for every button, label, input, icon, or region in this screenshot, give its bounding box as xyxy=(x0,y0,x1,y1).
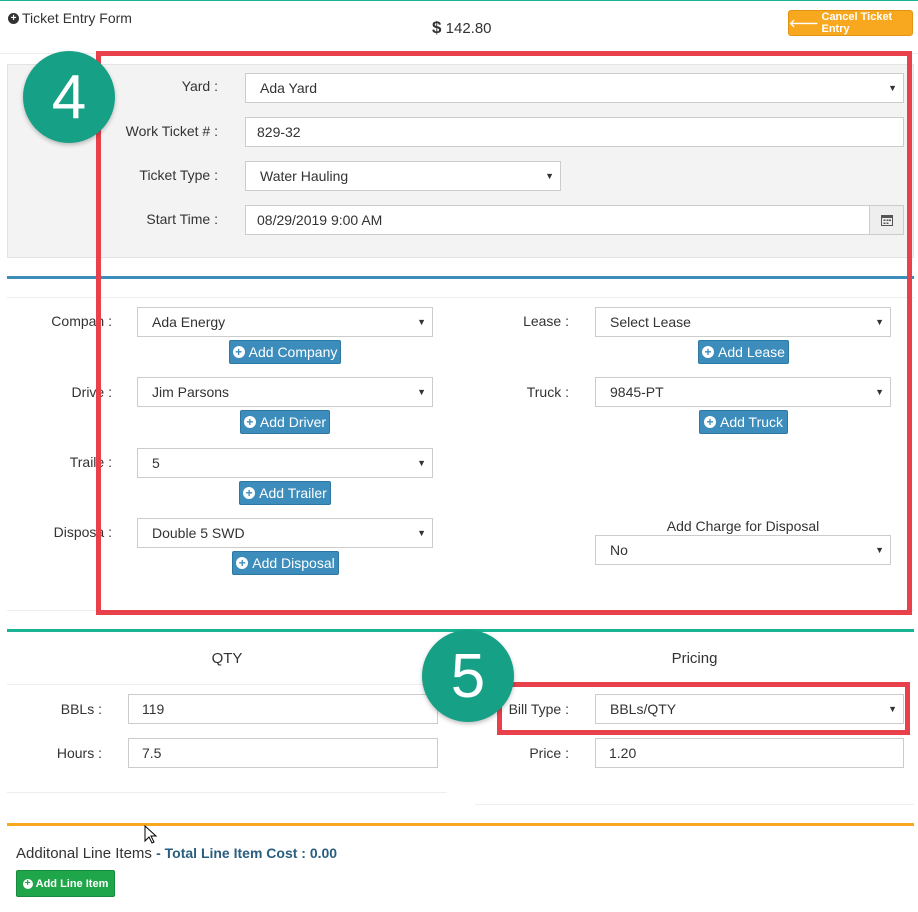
step-badge-4: 4 xyxy=(23,51,115,143)
hours-input[interactable]: 7.5 xyxy=(128,738,438,768)
form-title[interactable]: + Ticket Entry Form xyxy=(8,10,132,26)
bbls-label: BBLs : xyxy=(60,701,102,717)
mouse-cursor-icon xyxy=(144,825,158,844)
ticket-total: $ 142.80 xyxy=(432,18,492,38)
hours-label: Hours : xyxy=(56,745,102,761)
qty-bottom-divider xyxy=(7,792,447,793)
price-input[interactable]: 1.20 xyxy=(595,738,904,768)
line-items-title: Additonal Line Items xyxy=(16,845,152,862)
add-line-item-button[interactable]: + Add Line Item xyxy=(16,870,115,897)
plus-circle-icon: + xyxy=(8,12,19,24)
line-items-total: - Total Line Item Cost : 0.00 xyxy=(156,845,338,861)
total-amount-value: 142.80 xyxy=(445,20,492,37)
currency-symbol: $ xyxy=(432,18,442,37)
pricing-bottom-divider xyxy=(475,804,914,805)
step-badge-5: 5 xyxy=(422,630,514,722)
arrow-left-icon: 🡐 xyxy=(789,18,819,30)
qty-title-divider xyxy=(7,684,447,685)
plus-circle-icon: + xyxy=(22,878,33,889)
bbls-value: 119 xyxy=(142,701,165,717)
cancel-button-label: Cancel Ticket Entry xyxy=(821,11,893,35)
add-line-item-label: Add Line Item xyxy=(35,877,109,890)
highlight-box-step-5 xyxy=(497,682,910,735)
pricing-title: Pricing xyxy=(671,650,718,667)
top-accent-line xyxy=(0,0,918,1)
hours-value: 7.5 xyxy=(142,745,162,761)
price-value: 1.20 xyxy=(609,745,637,761)
line-items-heading: Additonal Line Items - Total Line Item C… xyxy=(16,845,337,862)
form-title-label: Ticket Entry Form xyxy=(22,10,132,26)
cancel-ticket-entry-button[interactable]: 🡐 Cancel Ticket Entry xyxy=(788,10,913,36)
price-label: Price : xyxy=(529,745,569,761)
highlight-box-step-4 xyxy=(96,51,912,615)
qty-title: QTY xyxy=(211,650,243,667)
bbls-input[interactable]: 119 xyxy=(128,694,438,724)
